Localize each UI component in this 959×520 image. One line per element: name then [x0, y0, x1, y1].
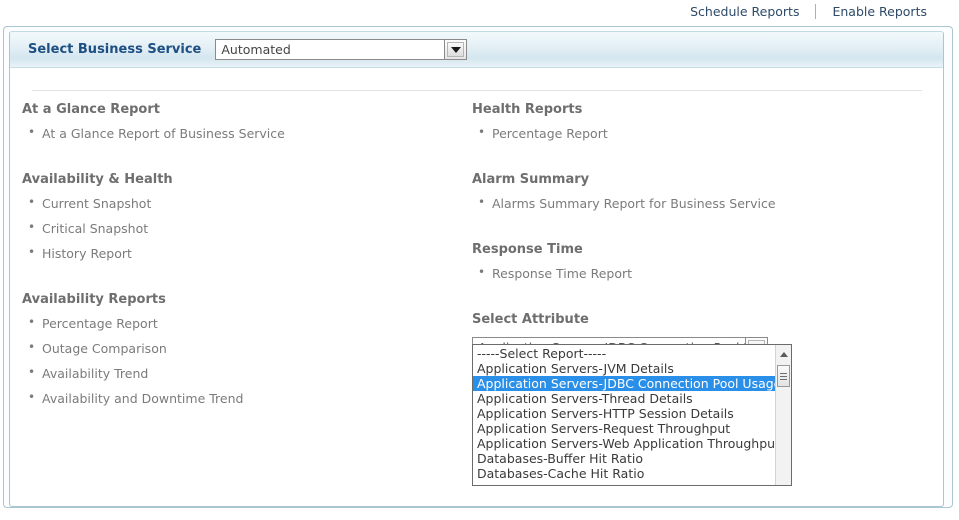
header-divider [32, 90, 922, 91]
top-link-bar: Schedule Reports Enable Reports [0, 0, 959, 22]
section-list: Alarms Summary Report for Business Servi… [472, 191, 932, 216]
list-item[interactable]: Outage Comparison [22, 336, 452, 361]
left-report-column: At a Glance Report At a Glance Report of… [22, 102, 452, 429]
list-item[interactable]: History Report [22, 241, 452, 266]
report-selection-screen: Schedule Reports Enable Reports Select B… [0, 0, 959, 520]
section-health-reports: Health Reports Percentage Report [472, 102, 932, 146]
list-item[interactable]: Availability Trend [22, 361, 452, 386]
business-service-select[interactable]: Automated [215, 39, 445, 60]
section-response-time: Response Time Response Time Report [472, 242, 932, 286]
section-heading: Availability Reports [22, 292, 452, 307]
report-panel-inner: Select Business Service Automated At a G… [9, 31, 944, 507]
select-attribute-block: Select Attribute Application Servers-JDB… [472, 312, 932, 358]
attribute-option[interactable]: Application Servers-Thread Details [473, 391, 775, 406]
list-item[interactable]: Alarms Summary Report for Business Servi… [472, 191, 932, 216]
business-service-value: Automated [216, 42, 290, 57]
attribute-dropdown-scrollbar[interactable] [775, 345, 791, 485]
enable-reports-link[interactable]: Enable Reports [816, 4, 943, 19]
scrollbar-thumb[interactable] [777, 365, 790, 387]
list-item[interactable]: Percentage Report [22, 311, 452, 336]
attribute-option-container: -----Select Report----- Application Serv… [473, 345, 775, 485]
section-list: Percentage Report [472, 121, 932, 146]
list-item[interactable]: At a Glance Report of Business Service [22, 121, 452, 146]
report-panel-outer: Select Business Service Automated At a G… [3, 26, 953, 508]
section-alarm-summary: Alarm Summary Alarms Summary Report for … [472, 172, 932, 216]
business-service-label: Select Business Service [28, 42, 201, 57]
list-item[interactable]: Current Snapshot [22, 191, 452, 216]
section-heading: Availability & Health [22, 172, 452, 187]
business-service-dropdown-button[interactable] [444, 39, 467, 60]
section-list: Response Time Report [472, 261, 932, 286]
chevron-down-icon [447, 42, 464, 57]
triangle-up-icon[interactable] [776, 347, 791, 361]
business-service-bar: Select Business Service Automated [10, 32, 943, 68]
list-item[interactable]: Percentage Report [472, 121, 932, 146]
attribute-option[interactable]: Application Servers-HTTP Session Details [473, 406, 775, 421]
list-item[interactable]: Response Time Report [472, 261, 932, 286]
section-heading: Response Time [472, 242, 932, 257]
attribute-option[interactable]: Application Servers-Web Application Thro… [473, 436, 775, 451]
attribute-option[interactable]: Databases-Buffer Hit Ratio [473, 451, 775, 466]
section-availability-health: Availability & Health Current Snapshot C… [22, 172, 452, 266]
section-heading: At a Glance Report [22, 102, 452, 117]
attribute-option[interactable]: -----Select Report----- [473, 346, 775, 361]
select-attribute-heading: Select Attribute [472, 312, 932, 327]
schedule-reports-link[interactable]: Schedule Reports [674, 4, 815, 19]
section-heading: Health Reports [472, 102, 932, 117]
attribute-option[interactable]: Application Servers-JVM Details [473, 361, 775, 376]
section-at-a-glance: At a Glance Report At a Glance Report of… [22, 102, 452, 146]
list-item[interactable]: Critical Snapshot [22, 216, 452, 241]
section-availability-reports: Availability Reports Percentage Report O… [22, 292, 452, 411]
section-heading: Alarm Summary [472, 172, 932, 187]
attribute-dropdown-list[interactable]: -----Select Report----- Application Serv… [472, 344, 792, 486]
attribute-option[interactable]: Application Servers-Request Throughput [473, 421, 775, 436]
right-report-column: Health Reports Percentage Report Alarm S… [472, 102, 932, 384]
list-item[interactable]: Availability and Downtime Trend [22, 386, 452, 411]
section-list: Percentage Report Outage Comparison Avai… [22, 311, 452, 411]
attribute-option-selected[interactable]: Application Servers-JDBC Connection Pool… [473, 376, 775, 391]
attribute-option[interactable]: Databases-Cache Hit Ratio [473, 466, 775, 481]
section-list: At a Glance Report of Business Service [22, 121, 452, 146]
section-list: Current Snapshot Critical Snapshot Histo… [22, 191, 452, 266]
